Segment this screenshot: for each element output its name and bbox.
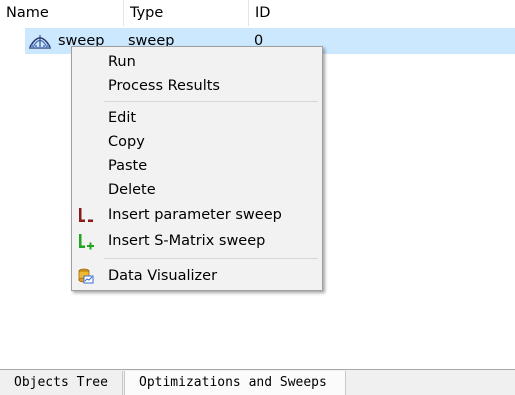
column-header-id[interactable]: ID	[249, 0, 369, 26]
tab-objects-tree[interactable]: Objects Tree	[2, 371, 123, 395]
insert-s-matrix-sweep-icon	[79, 234, 94, 250]
bottom-tab-bar: Objects Tree Optimizations and Sweeps	[0, 369, 515, 395]
tab-optimizations-and-sweeps[interactable]: Optimizations and Sweeps	[124, 371, 346, 395]
menu-separator	[104, 258, 318, 259]
column-header: Name Type ID	[0, 0, 515, 26]
menu-item-delete[interactable]: Delete	[72, 179, 322, 202]
menu-item-edit[interactable]: Edit	[72, 107, 322, 130]
menu-item-label: Edit	[108, 110, 137, 126]
menu-item-label: Delete	[108, 182, 156, 198]
column-header-type[interactable]: Type	[124, 0, 249, 26]
menu-item-label: Insert parameter sweep	[108, 207, 282, 223]
menu-item-insert-parameter-sweep[interactable]: Insert parameter sweep	[72, 204, 322, 227]
menu-item-label: Paste	[108, 158, 148, 174]
menu-item-label: Process Results	[108, 78, 220, 94]
menu-separator	[104, 101, 318, 102]
menu-item-label: Insert S-Matrix sweep	[108, 233, 266, 249]
menu-item-label: Copy	[108, 134, 145, 150]
menu-item-paste[interactable]: Paste	[72, 155, 322, 178]
menu-item-insert-s-matrix-sweep[interactable]: Insert S-Matrix sweep	[72, 230, 322, 253]
menu-item-label: Run	[108, 54, 136, 70]
context-menu: Run Process Results Edit Copy Paste Dele…	[71, 46, 323, 291]
menu-item-label: Data Visualizer	[108, 268, 218, 284]
insert-parameter-sweep-icon	[79, 208, 93, 222]
data-visualizer-icon	[78, 268, 94, 284]
parameter-sweep-icon	[29, 35, 51, 49]
column-header-name[interactable]: Name	[0, 0, 124, 26]
menu-item-run[interactable]: Run	[72, 51, 322, 74]
menu-item-copy[interactable]: Copy	[72, 131, 322, 154]
menu-item-data-visualizer[interactable]: Data Visualizer	[72, 265, 322, 288]
menu-item-process-results[interactable]: Process Results	[72, 75, 322, 98]
